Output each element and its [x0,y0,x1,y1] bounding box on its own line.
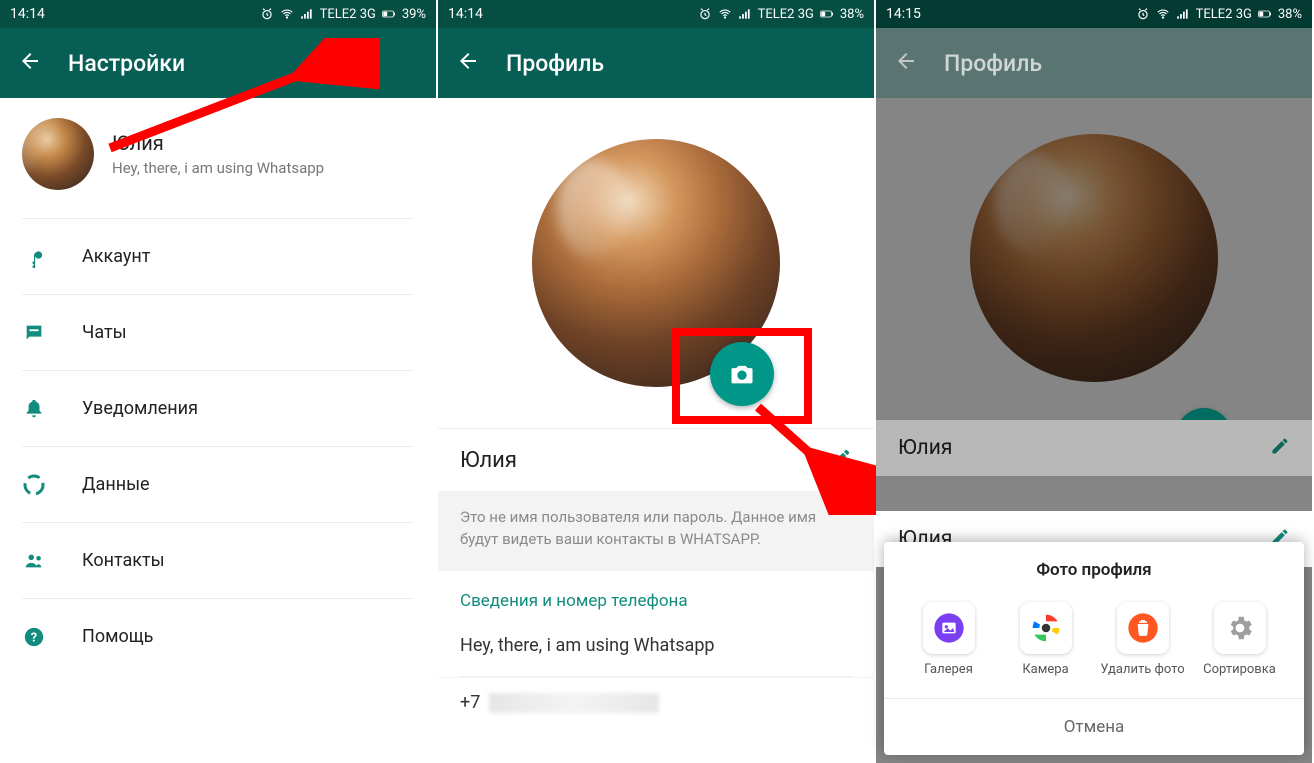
key-icon [22,246,46,268]
about-text[interactable]: Hey, there, i am using Whatsapp [438,621,874,676]
status-bar: 14:14 TELE2 3G 39% [0,0,436,28]
camera-color-icon [1020,602,1072,654]
profile-status: Hey, there, i am using Whatsapp [112,159,324,177]
photo-options-sheet: Фото профиля Галерея Камера [884,542,1304,755]
cancel-button[interactable]: Отмена [884,698,1304,755]
name-hint: Это не имя пользователя или пароль. Данн… [438,491,874,571]
camera-icon [728,360,756,388]
back-button[interactable] [18,49,42,77]
bell-icon [22,398,46,420]
status-icons: TELE2 3G 38% [1136,7,1302,22]
option-camera[interactable]: Камера [1001,602,1091,678]
app-bar: Настройки [0,28,436,98]
svg-text:?: ? [31,630,37,645]
menu-label: Чаты [82,322,127,343]
avatar [22,118,94,190]
help-icon: ? [22,626,46,648]
option-label: Галерея [924,662,973,678]
battery-icon [382,7,396,21]
wifi-icon [280,7,294,21]
carrier-label: TELE2 3G [1196,7,1252,22]
carrier-label: TELE2 3G [320,7,376,22]
edit-name-button[interactable] [830,447,852,473]
battery-icon [820,7,834,21]
signal-icon [1176,7,1190,21]
menu-item-notifications[interactable]: Уведомления [22,370,414,446]
option-delete[interactable]: Удалить фото [1098,602,1188,678]
settings-menu: Аккаунт Чаты Уведомления Данные Контакты [0,218,436,674]
phone-number-row[interactable]: +7 [438,677,874,727]
option-label: Удалить фото [1100,662,1184,678]
status-time: 14:15 [886,6,921,22]
option-label: Камера [1022,662,1068,678]
screenshot-settings: 14:14 TELE2 3G 39% Настройки Юлия Hey, t… [0,0,438,763]
wifi-icon [1156,7,1170,21]
menu-label: Аккаунт [82,246,150,267]
trash-icon [1117,602,1169,654]
section-header: Сведения и номер телефона [438,571,874,621]
app-bar: Профиль [876,28,1312,98]
status-bar: 14:14 TELE2 3G 38% [438,0,874,28]
page-title: Настройки [68,50,185,77]
gear-icon [1214,602,1266,654]
wifi-icon [718,7,732,21]
menu-item-help[interactable]: ? Помощь [22,598,414,674]
phone-number-redacted [489,693,659,713]
carrier-label: TELE2 3G [758,7,814,22]
menu-item-data[interactable]: Данные [22,446,414,522]
profile-header[interactable]: Юлия Hey, there, i am using Whatsapp [0,98,436,218]
battery-percent: 38% [840,7,864,22]
contacts-icon [22,550,46,572]
name-row[interactable]: Юлия [438,428,874,491]
status-time: 14:14 [10,6,45,22]
pencil-icon [830,447,852,469]
menu-item-chats[interactable]: Чаты [22,294,414,370]
menu-label: Контакты [82,550,165,571]
chat-icon [22,322,46,344]
back-button[interactable] [456,49,480,77]
menu-label: Данные [82,474,150,495]
option-label: Сортировка [1203,662,1276,678]
status-time: 14:14 [448,6,483,22]
alarm-icon [260,7,274,21]
signal-icon [300,7,314,21]
menu-label: Помощь [82,626,153,647]
menu-label: Уведомления [82,398,198,419]
gallery-icon [923,602,975,654]
profile-photo-area [438,98,874,428]
battery-icon [1258,7,1272,21]
data-icon [22,473,46,497]
screenshot-profile: 14:14 TELE2 3G 38% Профиль Юлия Это не и… [438,0,876,763]
profile-name: Юлия [460,448,517,473]
change-photo-fab[interactable] [710,342,774,406]
screenshot-photo-sheet: 14:15 TELE2 3G 38% Профиль Юлия [876,0,1314,763]
status-icons: TELE2 3G 39% [260,7,426,22]
page-title: Профиль [506,50,604,77]
battery-percent: 38% [1278,7,1302,22]
menu-item-contacts[interactable]: Контакты [22,522,414,598]
profile-name: Юлия [112,131,324,155]
back-button[interactable] [894,49,918,77]
phone-prefix: +7 [460,692,480,713]
signal-icon [738,7,752,21]
status-bar: 14:15 TELE2 3G 38% [876,0,1312,28]
alarm-icon [1136,7,1150,21]
option-sort[interactable]: Сортировка [1195,602,1285,678]
battery-percent: 39% [402,7,426,22]
menu-item-account[interactable]: Аккаунт [22,218,414,294]
sheet-title: Фото профиля [894,560,1294,580]
status-icons: TELE2 3G 38% [698,7,864,22]
alarm-icon [698,7,712,21]
page-title: Профиль [944,50,1042,77]
option-gallery[interactable]: Галерея [904,602,994,678]
app-bar: Профиль [438,28,874,98]
